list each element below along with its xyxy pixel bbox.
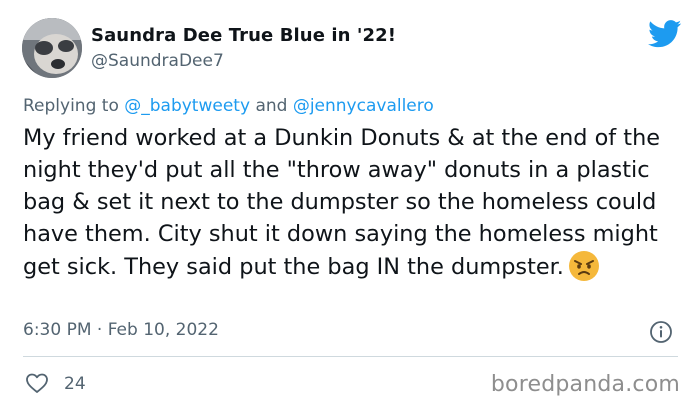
source-watermark: boredpanda.com xyxy=(490,372,680,397)
tweet-text: My friend worked at a Dunkin Donuts & at… xyxy=(23,122,678,283)
heart-icon[interactable] xyxy=(25,372,49,394)
replying-to-joiner: and xyxy=(255,96,288,116)
angry-face-emoji-icon xyxy=(568,251,599,281)
replying-to: Replying to @_babytweety and @jennycaval… xyxy=(23,96,434,116)
avatar[interactable] xyxy=(22,18,82,78)
divider xyxy=(23,356,678,357)
mention-link[interactable]: @jennycavallero xyxy=(293,96,434,116)
tweet-header: Saundra Dee True Blue in '22! @SaundraDe… xyxy=(22,18,682,80)
display-name[interactable]: Saundra Dee True Blue in '22! xyxy=(91,25,396,46)
replying-to-prefix: Replying to xyxy=(23,96,119,116)
avatar-photo-icon xyxy=(22,18,82,78)
tweet-body: My friend worked at a Dunkin Donuts & at… xyxy=(23,125,661,280)
mention-link[interactable]: @_babytweety xyxy=(124,96,250,116)
tweet-timestamp[interactable]: 6:30 PM · Feb 10, 2022 xyxy=(23,320,219,340)
info-icon[interactable] xyxy=(649,320,673,344)
user-handle[interactable]: @SaundraDee7 xyxy=(91,51,224,71)
twitter-bird-icon[interactable] xyxy=(648,20,682,48)
like-count: 24 xyxy=(64,374,86,394)
